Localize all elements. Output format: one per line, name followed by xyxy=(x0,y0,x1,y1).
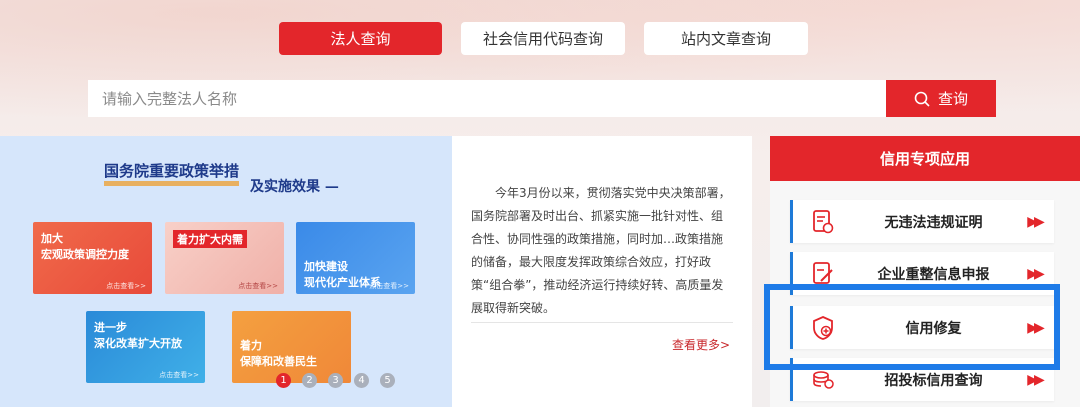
carousel-dot[interactable]: 5 xyxy=(380,373,395,388)
policy-card-label: 着力 保障和改善民生 xyxy=(240,339,317,368)
carousel-dot[interactable]: 2 xyxy=(302,373,317,388)
carousel-dot[interactable]: 3 xyxy=(328,373,343,388)
policy-card-more: 点击查看>> xyxy=(106,282,146,290)
tab-site-article-query[interactable]: 站内文章查询 xyxy=(644,22,808,55)
carousel-dot[interactable]: 1 xyxy=(276,373,291,388)
credit-item-label: 企业重整信息申报 xyxy=(877,266,990,283)
search-icon xyxy=(914,91,930,107)
tab-credit-code-query[interactable]: 社会信用代码查询 xyxy=(461,22,625,55)
search-bar: 查询 xyxy=(88,80,996,117)
credit-item-label: 招投标信用查询 xyxy=(884,372,983,389)
view-more-link[interactable]: 查看更多> xyxy=(672,336,730,353)
document-check-icon xyxy=(793,209,853,234)
banner-subtitle: 及实施效果 — xyxy=(250,179,339,195)
search-button[interactable]: 查询 xyxy=(886,80,996,117)
carousel-dots: 1 2 3 4 5 xyxy=(276,373,395,388)
header-background xyxy=(0,0,1080,140)
divider xyxy=(471,322,733,323)
policy-card-label: 着力扩大内需 xyxy=(173,230,247,248)
policy-card-macro[interactable]: 加大 宏观政策调控力度 点击查看>> xyxy=(33,222,152,294)
credit-item-label: 无违法违规证明 xyxy=(884,214,983,231)
policy-card-label: 加大 宏观政策调控力度 xyxy=(41,232,129,261)
edit-document-icon xyxy=(793,261,853,286)
policy-card-domestic-demand[interactable]: 着力扩大内需 点击查看>> xyxy=(165,222,284,294)
credit-panel-title: 信用专项应用 xyxy=(770,136,1080,181)
policy-card-reform[interactable]: 进一步 深化改革扩大开放 点击查看>> xyxy=(86,311,205,383)
double-arrow-right-icon: ▶▶ xyxy=(1027,265,1045,282)
policy-card-industry[interactable]: 加快建设 现代化产业体系 点击查看>> xyxy=(296,222,415,294)
search-input[interactable] xyxy=(88,80,886,117)
highlight-box xyxy=(764,284,1060,370)
search-button-label: 查询 xyxy=(937,90,968,108)
credit-item-no-violation[interactable]: 无违法违规证明 ▶▶ xyxy=(790,200,1054,243)
policy-card-more: 点击查看>> xyxy=(238,282,278,290)
search-tabs: 法人查询 社会信用代码查询 站内文章查询 xyxy=(279,22,808,55)
policy-card-more: 点击查看>> xyxy=(159,371,199,379)
policy-card-label: 进一步 深化改革扩大开放 xyxy=(94,321,182,350)
coins-icon xyxy=(793,369,853,391)
policy-card-more: 点击查看>> xyxy=(369,282,409,290)
carousel-dot[interactable]: 4 xyxy=(354,373,369,388)
article-text: 今年3月份以来，贯彻落实党中央决策部署，国务院部署及时出台、抓紧实施一批针对性、… xyxy=(471,186,731,315)
double-arrow-right-icon: ▶▶ xyxy=(1027,371,1045,388)
banner-title: 国务院重要政策举措 xyxy=(104,160,240,186)
tab-legal-person-query[interactable]: 法人查询 xyxy=(279,22,442,55)
double-arrow-right-icon: ▶▶ xyxy=(1027,213,1045,230)
